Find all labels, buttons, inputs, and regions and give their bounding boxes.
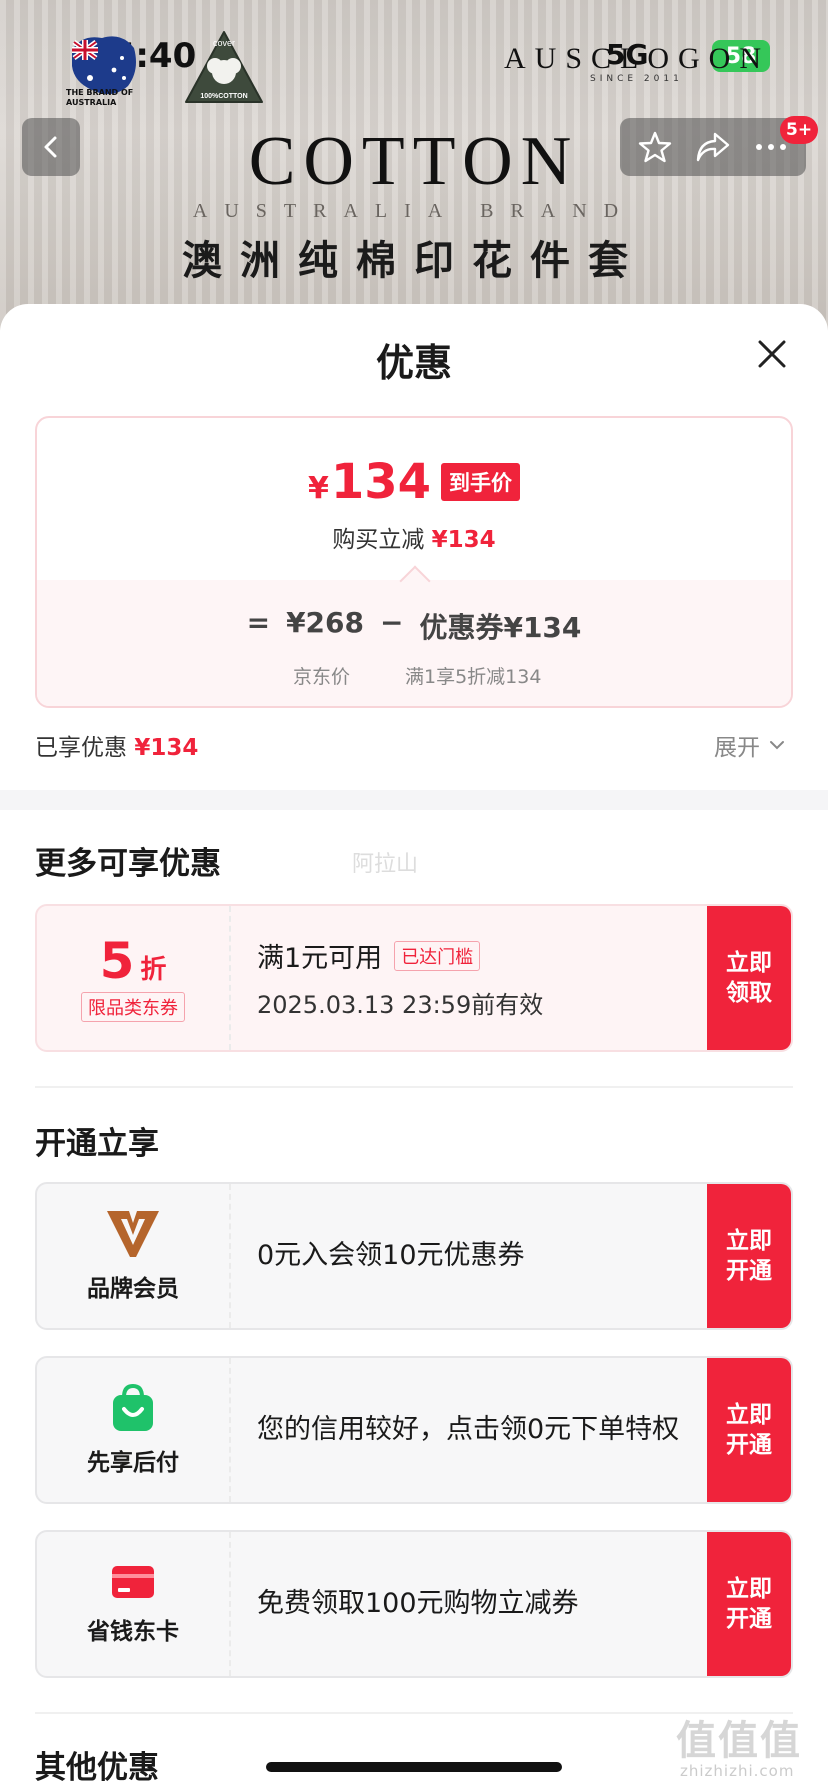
benefit-card-save-card: 省钱东卡 免费领取100元购物立减券 立即开通: [35, 1530, 793, 1678]
brand-member-icon: [107, 1211, 159, 1257]
discount-value: 5: [99, 932, 135, 990]
coupon-card: 5折 限品类东券 满1元可用 已达门槛 2025.03.13 23:59前有效 …: [35, 904, 793, 1052]
enjoyed-label: 已享优惠: [35, 735, 127, 761]
expand-toggle[interactable]: 展开: [714, 728, 786, 762]
cotton-badge-top: cover: [213, 38, 235, 48]
cotton-badge-bottom: 100%COTTON: [200, 93, 247, 100]
enjoyed-value: ¥134: [134, 735, 199, 761]
expand-label: 展开: [714, 735, 760, 761]
benefit-label: 省钱东卡: [87, 1619, 179, 1645]
section-gap: [0, 790, 828, 810]
claim-coupon-button[interactable]: 立即领取: [707, 906, 791, 1050]
banner-subtitle: AUSTRALIA BRAND: [192, 200, 636, 222]
brand-since: SINCE 2011: [590, 74, 683, 84]
formula-equals: =: [246, 606, 271, 639]
coupon-scope-tag: 限品类东券: [81, 992, 185, 1022]
star-icon: [638, 131, 672, 163]
benefit-text: 免费领取100元购物立减券: [257, 1588, 579, 1619]
share-button[interactable]: [688, 122, 738, 172]
chevron-left-icon: [44, 136, 57, 158]
enjoyed-discount-row: 已享优惠 ¥134: [35, 728, 198, 762]
watermark-username: 阿拉山: [352, 852, 419, 877]
benefit-card-brand-member: 品牌会员 0元入会领10元优惠券 立即开通: [35, 1182, 793, 1330]
discount-sheet: 优惠 ¥ 134 到手价 购买立减 ¥134 = ¥268 − 优惠券¥134 …: [0, 304, 828, 1792]
hand-price-card: ¥ 134 到手价 购买立减 ¥134 = ¥268 − 优惠券¥134 京东价…: [35, 416, 793, 708]
back-button[interactable]: [22, 118, 80, 176]
brand-flag-label: THE BRAND OF AUSTRALIA: [66, 88, 134, 107]
formula-minus: −: [380, 606, 404, 639]
open-pay-later-button[interactable]: 立即开通: [707, 1358, 791, 1502]
hand-price-tag: 到手价: [441, 463, 521, 501]
price-formula: = ¥268 − 优惠券¥134: [37, 606, 791, 646]
more-dots-icon: [756, 144, 786, 150]
coupon-discount-area: 5折 限品类东券: [37, 906, 231, 1050]
discount-unit: 折: [140, 955, 167, 985]
other-discounts-title: 其他优惠: [35, 1750, 159, 1786]
open-member-button[interactable]: 立即开通: [707, 1184, 791, 1328]
section-divider: [35, 1086, 793, 1088]
close-icon[interactable]: [752, 334, 792, 374]
card-icon: [112, 1566, 154, 1598]
share-icon: [696, 132, 730, 162]
open-benefits-title: 开通立享: [35, 1126, 159, 1162]
benefit-text: 您的信用较好，点击领0元下单特权: [257, 1414, 680, 1445]
reduce-line: 购买立减 ¥134: [37, 520, 791, 554]
benefit-label: 品牌会员: [87, 1276, 179, 1302]
banner-chinese-title: 澳洲纯棉印花件套: [182, 238, 646, 284]
home-indicator[interactable]: [266, 1762, 562, 1772]
coupon-desc: 满1享5折减134: [405, 666, 542, 688]
chevron-down-icon: [770, 741, 784, 750]
hand-price-value: 134: [330, 454, 432, 510]
coupon-condition: 满1元可用: [257, 943, 383, 974]
yen-symbol: ¥: [307, 470, 329, 506]
open-save-card-button[interactable]: 立即开通: [707, 1532, 791, 1676]
favorite-button[interactable]: [630, 122, 680, 172]
shopping-bag-icon: [113, 1383, 153, 1431]
coupon-part-value: 优惠券¥134: [419, 611, 582, 644]
reduce-value: ¥134: [431, 527, 496, 553]
more-discounts-title: 更多可享优惠: [35, 846, 221, 882]
sheet-title: 优惠: [375, 341, 452, 385]
jd-price-label: 京东价: [293, 666, 351, 688]
brand-name-right: AUSCLOGON: [504, 42, 771, 75]
more-count-badge: 5+: [780, 116, 819, 144]
coupon-valid-until: 2025.03.13 23:59前有效: [257, 991, 544, 1019]
site-watermark-url: zhizhizhi.com: [680, 1762, 795, 1780]
benefit-label: 先享后付: [87, 1450, 179, 1476]
cotton-badge-logo: cover 100%COTTON: [185, 31, 263, 103]
reduce-label: 购买立减: [332, 527, 425, 553]
coupon-info: 满1元可用 已达门槛 2025.03.13 23:59前有效: [231, 906, 707, 1050]
nav-action-group: [620, 118, 806, 176]
benefit-text: 0元入会领10元优惠券: [257, 1240, 525, 1271]
threshold-reached-tag: 已达门槛: [394, 940, 481, 971]
hand-price-row: ¥ 134 到手价: [37, 454, 791, 510]
jd-price-value: ¥268: [286, 606, 364, 639]
site-watermark: 值值值: [676, 1718, 802, 1764]
benefit-card-pay-later: 先享后付 您的信用较好，点击领0元下单特权 立即开通: [35, 1356, 793, 1504]
